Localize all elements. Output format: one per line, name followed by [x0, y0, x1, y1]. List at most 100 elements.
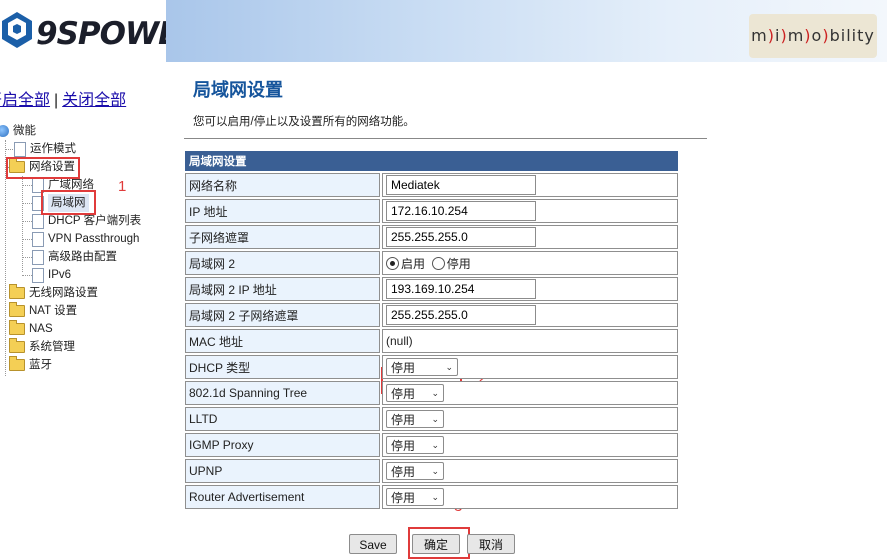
mimo-e: ): [804, 26, 812, 45]
spanning-tree-select[interactable]: 停用 ⌄: [386, 384, 444, 402]
mimo-d: m: [787, 26, 805, 45]
igmp-proxy-select[interactable]: 停用 ⌄: [386, 436, 444, 454]
table-row: 局域网 2 启用 停用: [185, 251, 678, 275]
tree-item-label: 无线网路设置: [29, 287, 98, 299]
table-header: 局域网设置: [185, 151, 678, 171]
row-label: 802.1d Spanning Tree: [185, 381, 380, 405]
table-row: MAC 地址 (null): [185, 329, 678, 353]
tree-item-label: VPN Passthrough: [48, 233, 140, 245]
tree-item-wireless[interactable]: 无线网路设置: [9, 284, 98, 302]
tree-root-label: 微能: [13, 125, 36, 137]
folder-icon: [9, 302, 25, 317]
lltd-select[interactable]: 停用 ⌄: [386, 410, 444, 428]
page-title: 局域网设置: [193, 80, 283, 100]
hostname-input[interactable]: [386, 175, 536, 195]
tree-item-label: DHCP 客户端列表: [48, 215, 142, 227]
row-label: Router Advertisement: [185, 485, 380, 509]
tree-item-nas[interactable]: NAS: [9, 320, 53, 338]
chevron-down-icon: ⌄: [431, 465, 439, 476]
dhcp-type-select[interactable]: 停用 ⌄: [386, 358, 458, 376]
tree-item-label: 蓝牙: [29, 359, 52, 371]
upnp-select[interactable]: 停用 ⌄: [386, 462, 444, 480]
select-value: 停用: [391, 438, 416, 453]
tree-item-operation-mode[interactable]: 运作模式: [14, 140, 76, 158]
chevron-down-icon: ⌄: [431, 413, 439, 424]
mimo-pre: m: [751, 26, 768, 45]
row-label: 网络名称: [185, 173, 380, 197]
table-row: Router Advertisement 停用 ⌄: [185, 485, 678, 509]
lan-settings-table: 局域网设置 网络名称 IP 地址 子网络遮罩 局域网 2 启用 停用 局域网 2…: [183, 149, 680, 511]
chevron-down-icon: ⌄: [431, 439, 439, 450]
row-label: 局域网 2 子网络遮罩: [185, 303, 380, 327]
tree-item-label: IPv6: [48, 269, 72, 281]
lan2-mask-input[interactable]: [386, 305, 536, 325]
chevron-down-icon: ⌄: [445, 361, 453, 372]
mimo-a: ): [767, 26, 775, 45]
table-row: 局域网 2 子网络遮罩: [185, 303, 678, 327]
tree-item-ipv6[interactable]: IPv6: [32, 266, 71, 284]
open-all-link[interactable]: 开启全部: [0, 92, 50, 109]
table-row: LLTD 停用 ⌄: [185, 407, 678, 431]
page-icon: [32, 231, 44, 247]
save-button[interactable]: Save: [349, 534, 397, 554]
row-label: IGMP Proxy: [185, 433, 380, 457]
tree-root[interactable]: 微能: [0, 122, 36, 140]
tree-item-label: 网络设置: [29, 161, 75, 173]
page-icon: [14, 141, 26, 157]
tree-item-lan[interactable]: 局域网: [32, 194, 89, 212]
mimo-c: ): [780, 26, 788, 45]
lan2-disable-label: 停用: [446, 256, 471, 271]
row-label: 子网络遮罩: [185, 225, 380, 249]
tree-item-system[interactable]: 系统管理: [9, 338, 75, 356]
folder-icon: [9, 320, 25, 335]
tree-item-label: 运作模式: [30, 143, 76, 155]
folder-icon: [9, 356, 25, 371]
tree-item-label: 高级路由配置: [48, 251, 117, 263]
tree-item-label: 广域网络: [48, 179, 94, 191]
header-banner: m)i)m)o)bility: [166, 0, 887, 68]
tree-toggle-links: 开启全部|关闭全部: [0, 86, 126, 110]
row-label: IP 地址: [185, 199, 380, 223]
tree-item-advanced-routing[interactable]: 高级路由配置: [32, 248, 117, 266]
tree-item-bluetooth[interactable]: 蓝牙: [9, 356, 52, 374]
select-value: 停用: [391, 490, 416, 505]
tree-item-nat[interactable]: NAT 设置: [9, 302, 77, 320]
folder-icon: [9, 284, 25, 299]
row-label: UPNP: [185, 459, 380, 483]
tree-item-label: 局域网: [48, 194, 89, 212]
page-icon: [32, 195, 44, 211]
lan2-enable-label: 启用: [401, 256, 426, 271]
annotation-number-1: 1: [118, 178, 127, 195]
page-icon: [32, 177, 44, 193]
row-label: 局域网 2: [185, 251, 380, 275]
table-row: UPNP 停用 ⌄: [185, 459, 678, 483]
row-label: 局域网 2 IP 地址: [185, 277, 380, 301]
mimo-f: o: [811, 26, 823, 45]
chevron-down-icon: ⌄: [431, 491, 439, 502]
link-separator: |: [54, 92, 59, 109]
close-all-link[interactable]: 关闭全部: [62, 92, 126, 109]
brand-logo: 9SPOWER: [0, 6, 202, 64]
logo-cube-icon: [2, 12, 32, 48]
confirm-button[interactable]: 确定: [412, 534, 460, 554]
mac-address-value: (null): [382, 329, 678, 353]
lan2-disable-radio[interactable]: [431, 256, 445, 270]
tree-item-vpn-passthrough[interactable]: VPN Passthrough: [32, 230, 139, 248]
tree-item-wan[interactable]: 广域网络: [32, 176, 94, 194]
page-description: 您可以启用/停止以及设置所有的网络功能。: [193, 116, 415, 128]
table-row: DHCP 类型 停用 ⌄: [185, 355, 678, 379]
lan2-enable-radio[interactable]: [386, 256, 399, 270]
tree-item-network-settings[interactable]: 网络设置: [9, 158, 75, 176]
subnet-mask-input[interactable]: [386, 227, 536, 247]
select-value: 停用: [391, 412, 416, 427]
cancel-button[interactable]: 取消: [467, 534, 515, 554]
table-row: 局域网 2 IP 地址: [185, 277, 678, 301]
tree-item-label: NAS: [29, 323, 53, 335]
router-advertisement-select[interactable]: 停用 ⌄: [386, 488, 444, 506]
lan2-ip-input[interactable]: [386, 279, 536, 299]
ip-address-input[interactable]: [386, 201, 536, 221]
table-row: 802.1d Spanning Tree 停用 ⌄: [185, 381, 678, 405]
row-label: LLTD: [185, 407, 380, 431]
tree-item-dhcp-clients[interactable]: DHCP 客户端列表: [32, 212, 141, 230]
page-icon: [32, 267, 44, 283]
